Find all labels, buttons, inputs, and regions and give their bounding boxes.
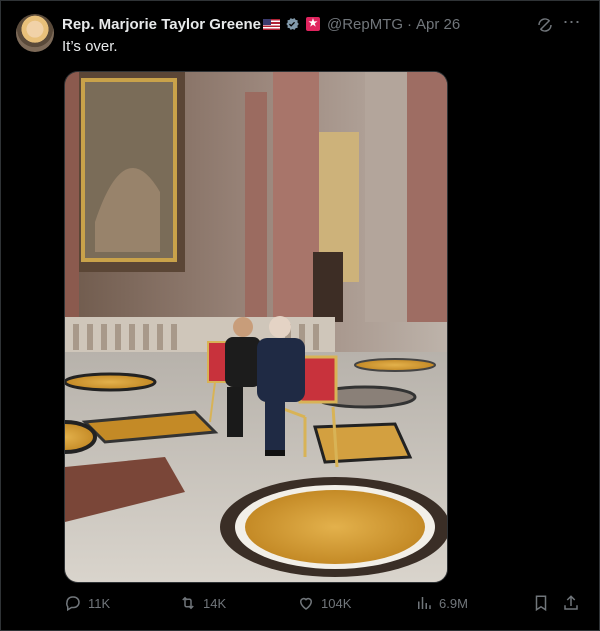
reply-button[interactable]: 11K — [64, 594, 110, 612]
reply-icon — [66, 596, 80, 612]
tweet-date[interactable]: Apr 26 — [416, 16, 460, 33]
view-count: 6.9M — [439, 595, 468, 611]
bookmark-button[interactable] — [532, 594, 556, 612]
repost-button[interactable]: 14K — [179, 594, 226, 612]
like-count: 104K — [321, 595, 352, 611]
like-button[interactable]: 104K — [297, 594, 351, 612]
author-name[interactable]: Rep. Marjorie Taylor Greene — [62, 16, 261, 33]
views-icon — [418, 597, 431, 609]
avatar[interactable] — [16, 14, 54, 52]
author-handle[interactable]: @RepMTG — [327, 16, 403, 33]
more-icon[interactable]: ⋯ — [562, 13, 582, 34]
affiliation-badge-icon[interactable]: ★ — [305, 17, 320, 31]
separator: · — [407, 15, 413, 33]
repost-count: 14K — [203, 595, 227, 611]
us-flag-icon — [262, 18, 280, 30]
photo-image — [65, 72, 447, 582]
grok-icon[interactable] — [536, 16, 554, 34]
repost-icon — [182, 596, 194, 610]
tweet-photo[interactable] — [64, 71, 448, 583]
verified-badge-icon — [286, 18, 299, 30]
tweet-text: It’s over. — [62, 38, 118, 55]
bookmark-icon — [535, 595, 547, 612]
views-button[interactable]: 6.9M — [415, 594, 468, 612]
share-button[interactable] — [562, 594, 586, 612]
reply-count: 11K — [88, 595, 111, 611]
heart-icon — [299, 597, 313, 610]
tweet-header: Rep. Marjorie Taylor Greene ★ @RepMTG · … — [62, 14, 460, 34]
action-bar: 11K 14K 104K 6.9M — [0, 594, 600, 616]
share-icon — [564, 595, 578, 610]
